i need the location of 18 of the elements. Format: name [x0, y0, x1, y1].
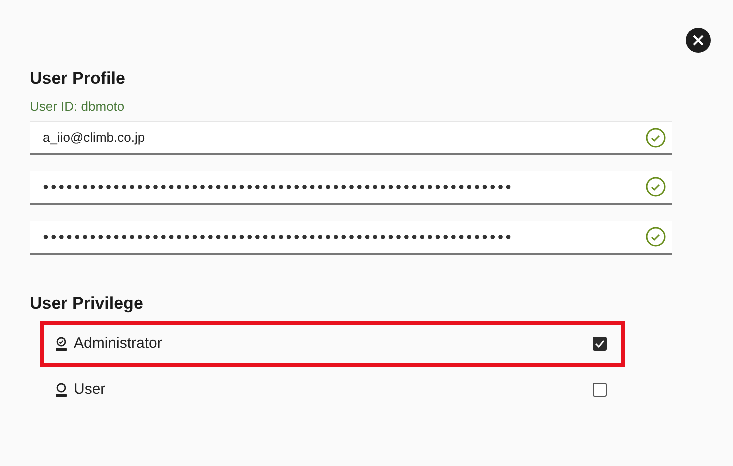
valid-check-icon	[646, 227, 666, 247]
section-title: User Profile	[30, 68, 126, 90]
email-field[interactable]: a_iio@climb.co.jp	[30, 121, 672, 155]
close-button[interactable]	[686, 28, 711, 53]
password-field[interactable]: ●●●●●●●●●●●●●●●●●●●●●●●●●●●●●●●●●●●●●●●●●●●●●●●●●●●●●●●●●●●●	[30, 221, 672, 255]
privilege-checkbox[interactable]	[593, 383, 607, 397]
password-field[interactable]: ●●●●●●●●●●●●●●●●●●●●●●●●●●●●●●●●●●●●●●●●●●●●●●●●●●●●●●●●●●●●	[30, 171, 672, 205]
user-id-text: User ID: dbmoto	[30, 99, 126, 115]
valid-check-icon	[646, 128, 666, 148]
privilege-label: User	[74, 380, 107, 400]
privilege-checkbox[interactable]	[593, 337, 607, 351]
checkmark-icon	[595, 340, 605, 348]
privilege-label: Administrator	[74, 334, 164, 354]
section-title: User Privilege	[30, 293, 144, 315]
close-icon	[693, 35, 704, 46]
admin-user-icon	[55, 336, 68, 352]
user-icon	[55, 382, 68, 398]
valid-check-icon	[646, 177, 666, 197]
